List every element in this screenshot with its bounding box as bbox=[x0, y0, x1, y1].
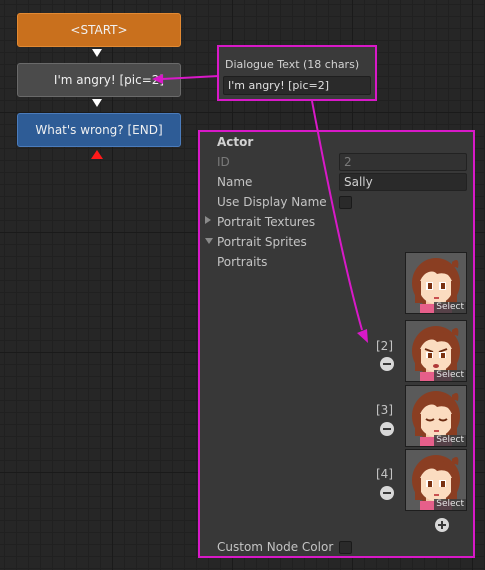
annotation-arrows bbox=[152, 74, 368, 343]
annotation-arrow-to-node bbox=[161, 75, 220, 80]
annotation-arrow-to-portrait bbox=[311, 100, 363, 331]
arrowhead-icon bbox=[357, 329, 368, 343]
arrowhead-icon bbox=[152, 74, 163, 84]
